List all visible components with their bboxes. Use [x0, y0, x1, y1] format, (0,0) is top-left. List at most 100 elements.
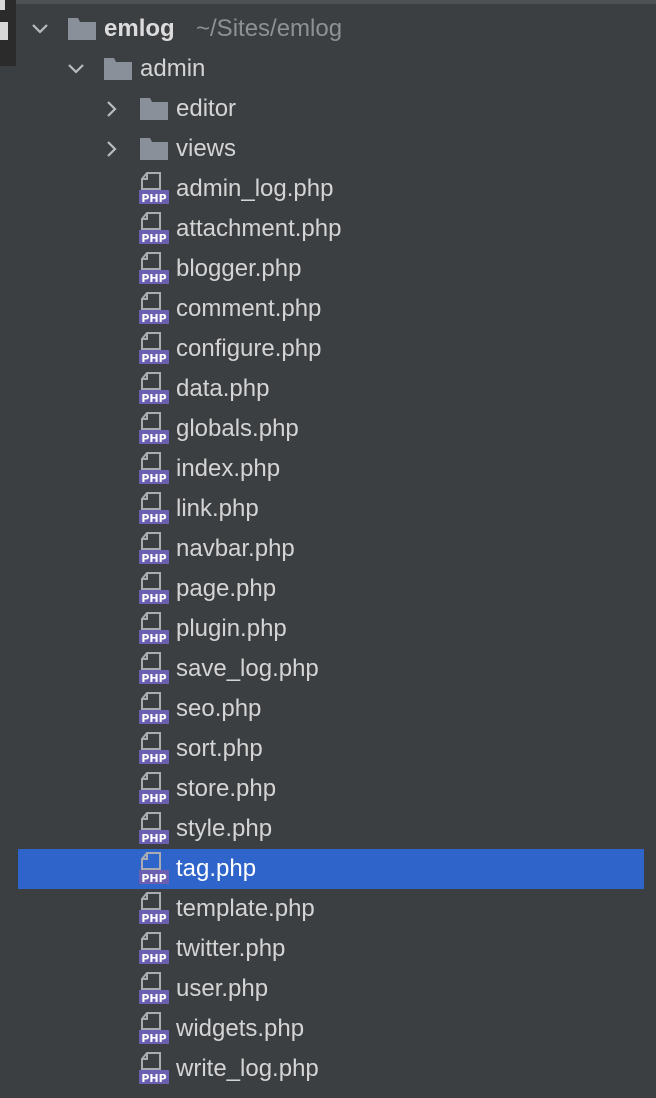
- svg-text:PHP: PHP: [141, 512, 166, 525]
- tree-node-file[interactable]: PHP admin_log.php: [0, 169, 656, 209]
- svg-text:PHP: PHP: [141, 272, 166, 285]
- php-file-icon: PHP: [138, 572, 170, 606]
- svg-text:PHP: PHP: [141, 792, 166, 805]
- svg-text:PHP: PHP: [141, 752, 166, 765]
- php-file-icon: PHP: [138, 292, 170, 326]
- tree-node-file[interactable]: PHP save_log.php: [0, 649, 656, 689]
- tree-node-file[interactable]: PHP template.php: [0, 889, 656, 929]
- file-name: configure.php: [176, 335, 322, 362]
- php-file-icon: PHP: [138, 932, 170, 966]
- file-name: widgets.php: [176, 1015, 305, 1042]
- tree-node-subfolder[interactable]: editor: [0, 89, 656, 129]
- root-folder-name: emlog: [104, 15, 175, 42]
- svg-text:PHP: PHP: [141, 832, 166, 845]
- file-name: data.php: [176, 375, 270, 402]
- tree-node-file[interactable]: PHP navbar.php: [0, 529, 656, 569]
- tree-node-file[interactable]: PHP comment.php: [0, 289, 656, 329]
- folder-icon: [66, 13, 98, 47]
- top-border: [16, 0, 656, 4]
- tree-node-admin[interactable]: admin: [0, 49, 656, 89]
- svg-text:PHP: PHP: [141, 872, 166, 885]
- php-file-icon: PHP: [138, 812, 170, 846]
- php-file-icon: PHP: [138, 852, 170, 886]
- folder-name: views: [176, 135, 237, 162]
- folder-name: admin: [140, 55, 206, 82]
- svg-text:PHP: PHP: [141, 312, 166, 325]
- php-file-icon: PHP: [138, 1012, 170, 1046]
- svg-text:PHP: PHP: [141, 992, 166, 1005]
- tree-node-file[interactable]: PHP style.php: [0, 809, 656, 849]
- file-name: seo.php: [176, 695, 262, 722]
- php-file-icon: PHP: [138, 252, 170, 286]
- file-name: save_log.php: [176, 655, 319, 682]
- tree-node-file[interactable]: PHP twitter.php: [0, 929, 656, 969]
- tree-node-file[interactable]: PHP blogger.php: [0, 249, 656, 289]
- file-name: store.php: [176, 775, 277, 802]
- file-name: template.php: [176, 895, 315, 922]
- file-name: index.php: [176, 455, 281, 482]
- tree-node-file[interactable]: PHP attachment.php: [0, 209, 656, 249]
- folder-icon: [138, 93, 170, 127]
- chevron-down-icon[interactable]: [30, 19, 50, 39]
- php-file-icon: PHP: [138, 212, 170, 246]
- file-name: write_log.php: [176, 1055, 319, 1082]
- php-file-icon: PHP: [138, 172, 170, 206]
- file-name: sort.php: [176, 735, 263, 762]
- php-file-icon: PHP: [138, 612, 170, 646]
- tree-node-file[interactable]: PHP globals.php: [0, 409, 656, 449]
- file-name: page.php: [176, 575, 277, 602]
- chevron-right-icon[interactable]: [102, 99, 122, 119]
- svg-text:PHP: PHP: [141, 472, 166, 485]
- svg-text:PHP: PHP: [141, 592, 166, 605]
- file-name: attachment.php: [176, 215, 342, 242]
- folder-name: editor: [176, 95, 237, 122]
- tree-node-file-selected[interactable]: PHP tag.php: [18, 849, 644, 889]
- folder-icon: [138, 133, 170, 167]
- root-folder-path: ~/Sites/emlog: [196, 15, 343, 42]
- php-file-icon: PHP: [138, 492, 170, 526]
- svg-text:PHP: PHP: [141, 392, 166, 405]
- svg-text:PHP: PHP: [141, 912, 166, 925]
- svg-text:PHP: PHP: [141, 632, 166, 645]
- php-file-icon: PHP: [138, 652, 170, 686]
- tree-node-file[interactable]: PHP index.php: [0, 449, 656, 489]
- chevron-down-icon[interactable]: [66, 59, 86, 79]
- tree-node-file[interactable]: PHP write_log.php: [0, 1049, 656, 1089]
- folder-icon: [102, 53, 134, 87]
- project-tool-window: emlog ~/Sites/emlog admin editor views P…: [0, 0, 656, 1098]
- file-name: link.php: [176, 495, 259, 522]
- php-file-icon: PHP: [138, 692, 170, 726]
- svg-text:PHP: PHP: [141, 952, 166, 965]
- tree-node-file[interactable]: PHP data.php: [0, 369, 656, 409]
- svg-text:PHP: PHP: [141, 1072, 166, 1085]
- file-name: comment.php: [176, 295, 322, 322]
- tree-node-subfolder[interactable]: views: [0, 129, 656, 169]
- svg-text:PHP: PHP: [141, 352, 166, 365]
- tree-node-file[interactable]: PHP configure.php: [0, 329, 656, 369]
- file-name: plugin.php: [176, 615, 287, 642]
- file-name: admin_log.php: [176, 175, 334, 202]
- tree-node-file[interactable]: PHP widgets.php: [0, 1009, 656, 1049]
- svg-text:PHP: PHP: [141, 672, 166, 685]
- file-name: user.php: [176, 975, 269, 1002]
- file-name: globals.php: [176, 415, 299, 442]
- project-tree: emlog ~/Sites/emlog admin editor views P…: [0, 9, 656, 1089]
- chevron-right-icon[interactable]: [102, 139, 122, 159]
- file-name: navbar.php: [176, 535, 295, 562]
- tree-node-file[interactable]: PHP store.php: [0, 769, 656, 809]
- php-file-icon: PHP: [138, 892, 170, 926]
- tree-node-file[interactable]: PHP user.php: [0, 969, 656, 1009]
- tree-node-file[interactable]: PHP link.php: [0, 489, 656, 529]
- svg-text:PHP: PHP: [141, 1032, 166, 1045]
- tree-node-file[interactable]: PHP seo.php: [0, 689, 656, 729]
- svg-text:PHP: PHP: [141, 192, 166, 205]
- svg-text:PHP: PHP: [141, 232, 166, 245]
- tree-node-file[interactable]: PHP sort.php: [0, 729, 656, 769]
- php-file-icon: PHP: [138, 372, 170, 406]
- php-file-icon: PHP: [138, 1052, 170, 1086]
- svg-text:PHP: PHP: [141, 712, 166, 725]
- tree-node-root[interactable]: emlog ~/Sites/emlog: [0, 9, 656, 49]
- tree-node-file[interactable]: PHP plugin.php: [0, 609, 656, 649]
- tree-node-file[interactable]: PHP page.php: [0, 569, 656, 609]
- file-name: tag.php: [176, 855, 257, 882]
